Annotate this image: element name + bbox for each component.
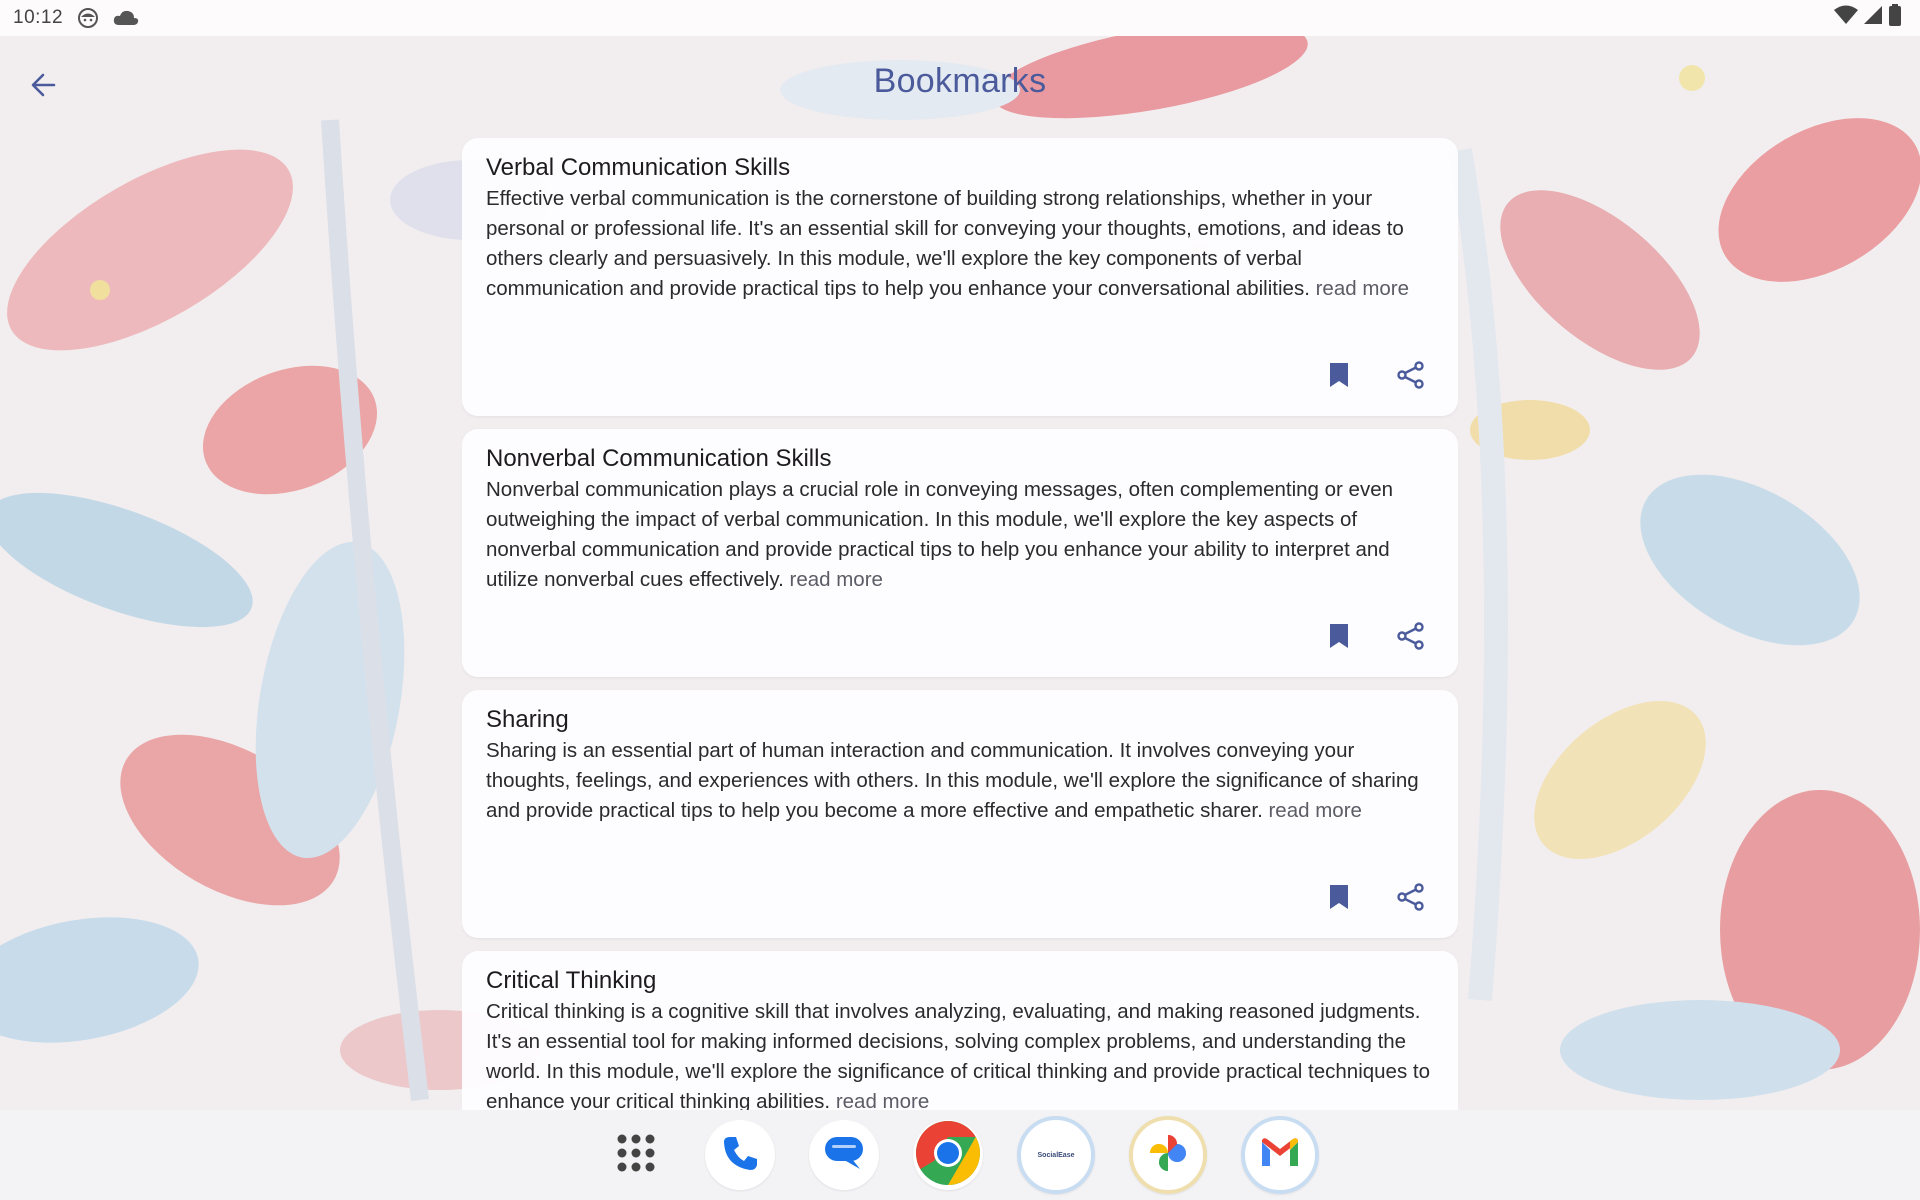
battery-icon [1888, 4, 1902, 32]
page-title: Bookmarks [873, 62, 1047, 100]
bookmark-icon [1327, 883, 1351, 916]
gmail-app-button[interactable] [1241, 1116, 1319, 1194]
share-icon [1396, 882, 1426, 917]
card-body: Sharing is an essential part of human in… [486, 736, 1436, 826]
gmail-icon [1259, 1136, 1301, 1175]
share-button[interactable] [1390, 617, 1432, 659]
card-actions [1318, 617, 1432, 659]
card-body: Critical thinking is a cognitive skill t… [486, 997, 1436, 1110]
card-actions [1318, 356, 1432, 398]
messages-app-button[interactable] [809, 1120, 879, 1190]
phone-app-button[interactable] [705, 1120, 775, 1190]
card-title: Verbal Communication Skills [486, 154, 791, 181]
bookmark-card: Nonverbal Communication Skills Nonverbal… [462, 429, 1458, 677]
photos-app-button[interactable] [1129, 1116, 1207, 1194]
share-button[interactable] [1390, 356, 1432, 398]
chrome-app-button[interactable] [913, 1120, 983, 1190]
card-body: Nonverbal communication plays a crucial … [486, 475, 1436, 595]
cloud-icon [113, 9, 139, 27]
signal-icon [1862, 5, 1884, 31]
share-button[interactable] [1390, 878, 1432, 920]
bookmark-list[interactable]: Verbal Communication Skills Effective ve… [462, 138, 1458, 1110]
bookmark-button[interactable] [1318, 878, 1360, 920]
bookmark-card: Verbal Communication Skills Effective ve… [462, 138, 1458, 416]
card-title: Critical Thinking [486, 967, 657, 994]
photos-icon [1146, 1131, 1190, 1180]
app-drawer-button[interactable] [601, 1120, 671, 1190]
bookmark-card: Sharing Sharing is an essential part of … [462, 690, 1458, 938]
taskbar: SocialEase [0, 1110, 1920, 1200]
card-text: Critical thinking is a cognitive skill t… [486, 1000, 1430, 1110]
share-icon [1396, 621, 1426, 656]
read-more-link[interactable]: read more [836, 1090, 929, 1110]
bookmark-button[interactable] [1318, 356, 1360, 398]
card-title: Nonverbal Communication Skills [486, 445, 832, 472]
card-text: Nonverbal communication plays a crucial … [486, 478, 1394, 591]
wifi-icon [1834, 5, 1858, 31]
read-more-link[interactable]: read more [790, 568, 883, 591]
face-icon [77, 7, 99, 29]
phone-icon [720, 1133, 760, 1178]
status-bar: 10:12 [0, 0, 1920, 36]
bookmark-icon [1327, 361, 1351, 394]
bookmark-icon [1327, 622, 1351, 655]
app-drawer-icon [614, 1131, 658, 1180]
socialease-app-button[interactable]: SocialEase [1017, 1116, 1095, 1194]
read-more-link[interactable]: read more [1316, 277, 1409, 300]
read-more-link[interactable]: read more [1268, 799, 1361, 822]
card-body: Effective verbal communication is the co… [486, 184, 1436, 304]
socialease-icon: SocialEase [1037, 1151, 1075, 1159]
chrome-icon [915, 1120, 981, 1191]
card-text: Effective verbal communication is the co… [486, 187, 1404, 300]
status-time: 10:12 [13, 7, 64, 28]
bookmark-card: Critical Thinking Critical thinking is a… [462, 951, 1458, 1110]
card-title: Sharing [486, 706, 569, 733]
share-icon [1396, 360, 1426, 395]
messages-icon [822, 1133, 866, 1178]
bookmark-button[interactable] [1318, 617, 1360, 659]
card-actions [1318, 878, 1432, 920]
